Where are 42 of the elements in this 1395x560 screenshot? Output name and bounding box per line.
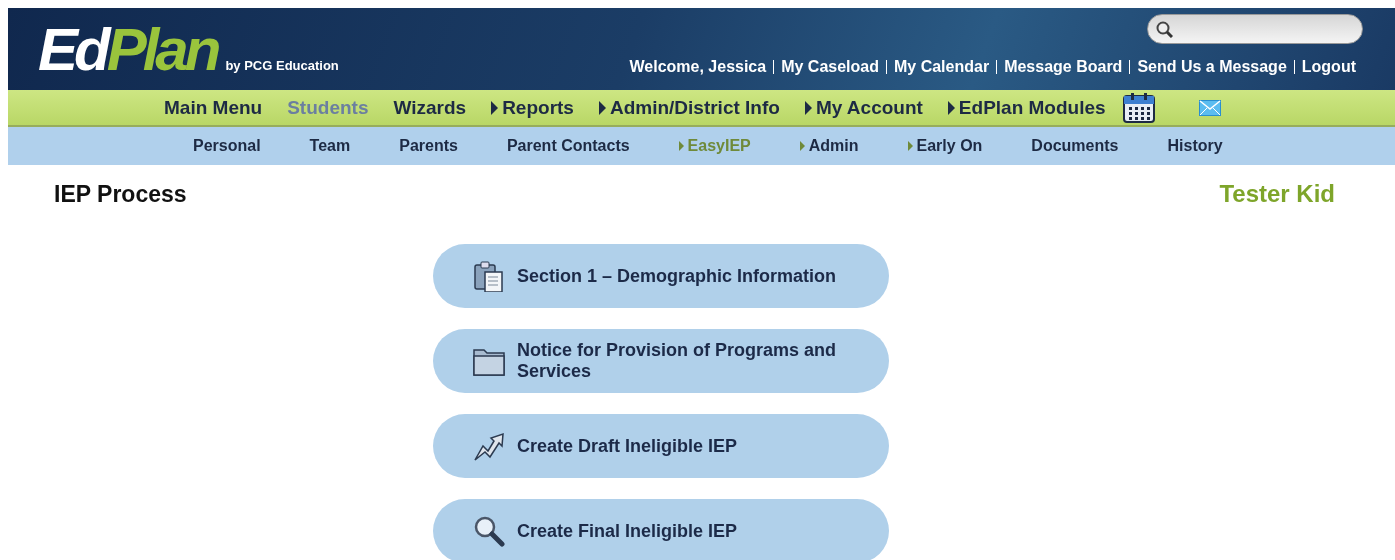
- action-button[interactable]: Section 1 – Demographic Information: [433, 244, 889, 308]
- submenu-item[interactable]: Documents: [1016, 137, 1134, 155]
- caret-icon: [799, 141, 805, 151]
- header-link[interactable]: Logout: [1294, 58, 1363, 76]
- clipboard-icon: [473, 260, 505, 292]
- header-link[interactable]: My Caseload: [774, 58, 886, 76]
- menu-item[interactable]: My Account: [796, 96, 931, 119]
- mail-icon[interactable]: [1198, 99, 1221, 116]
- submenu-item[interactable]: Team: [294, 137, 366, 155]
- menu-item[interactable]: Reports: [483, 96, 582, 119]
- arrow-icon: [473, 430, 505, 462]
- caret-icon: [491, 100, 499, 115]
- submenu-item[interactable]: Parent Contacts: [491, 137, 645, 155]
- calendar-icon[interactable]: [1122, 92, 1155, 123]
- action-button[interactable]: Notice for Provision of Programs and Services: [433, 329, 889, 393]
- submenu-item[interactable]: Admin: [784, 137, 874, 155]
- header-link[interactable]: My Calendar: [887, 58, 997, 76]
- header-link[interactable]: Send Us a Message: [1130, 58, 1294, 76]
- submenu-item[interactable]: Early On: [892, 137, 998, 155]
- menu-item[interactable]: EdPlan Modules: [939, 96, 1114, 119]
- search-field[interactable]: [1147, 14, 1363, 44]
- tagline: by PCG Education: [225, 58, 339, 73]
- search-icon: [473, 515, 505, 547]
- page-title: IEP Process: [54, 180, 187, 208]
- logo: EdPlan: [38, 20, 218, 80]
- menu-item[interactable]: Admin/District Info: [590, 96, 788, 119]
- submenu-item[interactable]: History: [1152, 137, 1238, 155]
- caret-icon: [907, 141, 913, 151]
- caret-icon: [947, 100, 955, 115]
- menu-item[interactable]: Wizards: [385, 96, 475, 119]
- caret-icon: [598, 100, 606, 115]
- header-link[interactable]: Message Board: [997, 58, 1130, 76]
- action-button[interactable]: Create Final Ineligible IEP: [433, 499, 889, 560]
- submenu-item[interactable]: Personal: [178, 137, 276, 155]
- caret-icon: [804, 100, 812, 115]
- action-button[interactable]: Create Draft Ineligible IEP: [433, 414, 889, 478]
- search-icon: [1156, 20, 1173, 38]
- greeting-label: Welcome, Jessica: [628, 58, 768, 76]
- submenu-item[interactable]: Parents: [384, 137, 473, 155]
- student-name: Tester Kid: [1219, 180, 1335, 208]
- caret-icon: [678, 141, 684, 151]
- menu-item[interactable]: Main Menu: [156, 96, 271, 119]
